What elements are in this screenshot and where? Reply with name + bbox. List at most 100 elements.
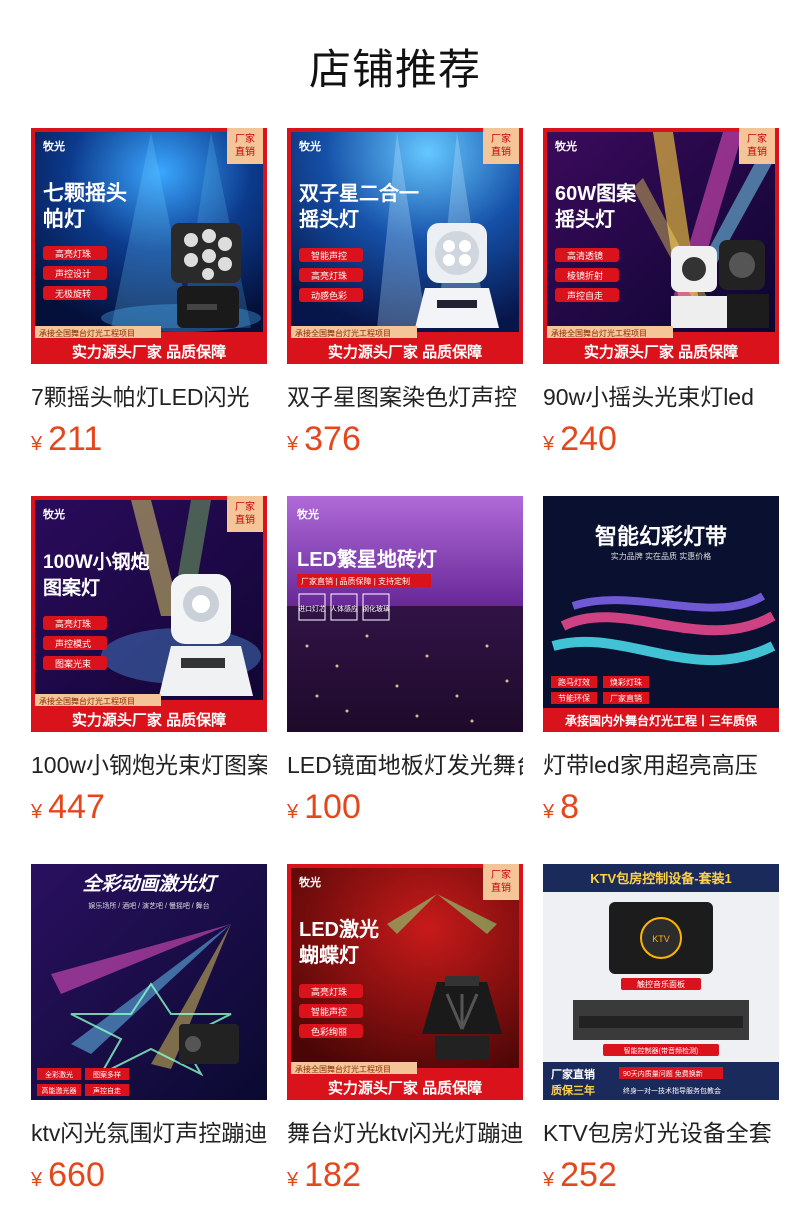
thumb-headline: 蝴蝶灯 [299,943,359,967]
price-value: 660 [48,1156,105,1194]
product-image[interactable]: 牧光 厂家 直销 LED激光 蝴蝶灯 高亮灯珠 智能声控 色彩绚丽 承接全国舞台… [287,864,523,1100]
feature-tag: 声控自走 [93,1086,121,1095]
thumb-strip: 承接全国舞台灯光工程项目 [551,328,647,338]
brand-logo: 牧光 [43,139,65,153]
product-name[interactable]: 舞台灯光ktv闪光灯蹦迪 [287,1114,523,1148]
price-value: 252 [560,1156,617,1194]
product-image[interactable]: KTV包房控制设备-套装1 KTV 触控音乐面板 智能控制器(带音频检测) 厂家… [543,864,779,1100]
product-grid: 牧光 厂家 直销 七颗摇头 帕灯 高亮灯珠 声控设计 无极旋转 承接全国舞台灯光… [0,0,790,1232]
feature-tag: 无极旋转 [55,288,91,299]
feature-tag: 智能声控 [311,1006,347,1017]
thumb-banner: 实力源头厂家 品质保障 [584,343,738,361]
currency-symbol: ¥ [287,801,299,823]
product-name[interactable]: KTV包房灯光设备全套 [543,1114,779,1148]
brand-logo: 牧光 [43,507,65,521]
thumb-headline: 全彩动画激光灯 [82,873,219,895]
thumb-banner: 实力源头厂家 品质保障 [72,711,226,729]
thumb-headline: 100W小钢炮 [43,550,150,573]
thumb-note: 90天内质量问题 免费换新 [623,1069,703,1078]
thumb-headline: LED繁星地砖灯 [297,547,437,571]
brand-logo: 牧光 [299,139,321,153]
product-card[interactable]: 牧光 厂家 直销 双子星二合一 摇头灯 智能声控 高亮灯珠 动感色彩 承接全国舞… [287,128,523,459]
fixture-icon [171,223,241,328]
feature-tag: 人体感应 [330,604,358,613]
product-card[interactable]: 牧光 厂家 直销 LED激光 蝴蝶灯 高亮灯珠 智能声控 色彩绚丽 承接全国舞台… [287,864,523,1195]
brand-logo: 牧光 [299,875,321,889]
feature-tag: 声控设计 [55,268,91,279]
fixture-icon [671,240,769,328]
product-name[interactable]: 灯带led家用超亮高压 [543,746,779,780]
thumb-banner: 实力源头厂家 品质保障 [328,1079,482,1097]
svg-text:厂家: 厂家 [747,132,767,145]
feature-tag: 进口灯芯 [298,604,326,613]
thumb-headline: 双子星二合一 [299,181,419,205]
svg-text:直销: 直销 [491,145,511,158]
thumb-headline: LED激光 [299,917,379,941]
feature-tag: 棱镜折射 [567,270,603,281]
currency-symbol: ¥ [543,1169,555,1191]
svg-text:厂家: 厂家 [235,132,255,145]
product-price: ¥376 [287,420,523,459]
product-name[interactable]: LED镜面地板灯发光舞台 [287,746,523,780]
product-card[interactable]: 智能幻彩灯带 实力品牌 实在品质 实惠价格 跑马灯效 焕彩灯珠 节能环保 厂家直… [543,496,779,827]
feature-tag: 高亮灯珠 [311,270,347,281]
product-image[interactable]: 全彩动画激光灯 娱乐场所 / 酒吧 / 演艺吧 / 慢摇吧 / 舞台 全彩激光 … [31,864,267,1100]
thumb-subline: 实力品牌 实在品质 实惠价格 [611,551,711,561]
thumb-headline: 帕灯 [43,207,85,231]
feature-tag: 钢化玻璃 [362,604,390,613]
product-card[interactable]: 全彩动画激光灯 娱乐场所 / 酒吧 / 演艺吧 / 慢摇吧 / 舞台 全彩激光 … [31,864,267,1195]
product-name[interactable]: 双子星图案染色灯声控 [287,378,523,412]
product-card[interactable]: KTV包房控制设备-套装1 KTV 触控音乐面板 智能控制器(带音频检测) 厂家… [543,864,779,1195]
thumb-label: 智能控制器(带音频检测) [624,1046,699,1055]
product-card[interactable]: 牧光 厂家 直销 七颗摇头 帕灯 高亮灯珠 声控设计 无极旋转 承接全国舞台灯光… [31,128,267,459]
feature-tag: 高亮灯珠 [311,986,347,997]
thumb-strip: 承接全国舞台灯光工程项目 [295,328,391,338]
feature-tag: 高清透镜 [567,250,603,261]
product-image[interactable]: 牧光 厂家 直销 七颗摇头 帕灯 高亮灯珠 声控设计 无极旋转 承接全国舞台灯光… [31,128,267,364]
feature-tag: 节能环保 [558,693,590,703]
thumb-headline: KTV包房控制设备-套装1 [590,871,732,886]
svg-text:直销: 直销 [747,145,767,158]
product-name[interactable]: 7颗摇头帕灯LED闪光 [31,378,267,412]
product-image[interactable]: 牧光 LED繁星地砖灯 厂家直销 | 品质保障 | 支持定制 进口灯芯 人体感应… [287,496,523,732]
thumb-strip: 承接全国舞台灯光工程项目 [39,328,135,338]
product-name[interactable]: 90w小摇头光束灯led [543,378,779,412]
product-image[interactable]: 牧光 厂家 直销 100W小钢炮 图案灯 高亮灯珠 声控模式 图案光束 承接全国… [31,496,267,732]
feature-tag: 厂家直销 [610,693,642,703]
product-name[interactable]: 100w小钢炮光束灯图案 [31,746,267,780]
feature-tag: 焕彩灯珠 [610,677,642,687]
price-value: 447 [48,788,105,826]
feature-tag: 动感色彩 [311,290,347,301]
feature-tag: 高亮灯珠 [55,248,91,259]
feature-tag: 智能声控 [311,250,347,261]
product-image[interactable]: 牧光 厂家 直销 双子星二合一 摇头灯 智能声控 高亮灯珠 动感色彩 承接全国舞… [287,128,523,364]
product-price: ¥447 [31,788,267,827]
thumb-banner: 实力源头厂家 品质保障 [72,343,226,361]
price-value: 182 [304,1156,361,1194]
product-price: ¥660 [31,1156,267,1195]
svg-text:KTV: KTV [652,934,670,944]
price-value: 211 [48,420,103,458]
thumb-label: 触控音乐面板 [637,979,685,989]
currency-symbol: ¥ [31,433,43,455]
product-card[interactable]: 牧光 厂家 直销 100W小钢炮 图案灯 高亮灯珠 声控模式 图案光束 承接全国… [31,496,267,827]
product-image[interactable]: 牧光 厂家 直销 60W图案 摇头灯 高清透镜 棱镜折射 声控自走 承接全国舞台… [543,128,779,364]
thumb-banner: 质保三年 [551,1083,595,1097]
svg-text:直销: 直销 [235,513,255,526]
product-name[interactable]: ktv闪光氛围灯声控蹦迪 [31,1114,267,1148]
thumb-headline: 七颗摇头 [43,181,127,205]
product-image[interactable]: 智能幻彩灯带 实力品牌 实在品质 实惠价格 跑马灯效 焕彩灯珠 节能环保 厂家直… [543,496,779,732]
product-card[interactable]: 牧光 LED繁星地砖灯 厂家直销 | 品质保障 | 支持定制 进口灯芯 人体感应… [287,496,523,827]
thumb-banner: 实力源头厂家 品质保障 [328,343,482,361]
currency-symbol: ¥ [543,433,555,455]
product-price: ¥100 [287,788,523,827]
thumb-strip: 承接全国舞台灯光工程项目 [295,1064,391,1074]
thumb-headline: 60W图案 [555,181,637,205]
product-price: ¥8 [543,788,779,827]
product-price: ¥252 [543,1156,779,1195]
product-card[interactable]: 牧光 厂家 直销 60W图案 摇头灯 高清透镜 棱镜折射 声控自走 承接全国舞台… [543,128,779,459]
feature-tag: 图案光束 [55,658,91,669]
price-value: 240 [560,420,617,458]
feature-tag: 高亮灯珠 [55,618,91,629]
svg-text:厂家: 厂家 [491,132,511,145]
